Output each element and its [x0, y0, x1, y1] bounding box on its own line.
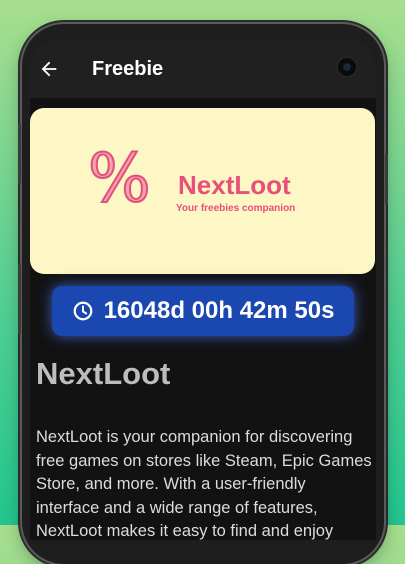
- arrow-left-icon[interactable]: [38, 58, 60, 80]
- game-description: NextLoot is your companion for discoveri…: [36, 428, 372, 540]
- app-bar: Freebie: [30, 40, 376, 98]
- brand-name: NextLoot: [178, 170, 291, 200]
- game-title: NextLoot: [36, 356, 171, 391]
- phone-side-button-right: [385, 154, 388, 204]
- phone-side-button-left-2: [18, 264, 21, 334]
- phone-side-button-left: [18, 124, 21, 184]
- clock-icon: [73, 301, 92, 321]
- app-screen: Freebie % NextLoot Your freebies compani…: [30, 40, 376, 540]
- countdown-timer: 16048d 00h 42m 50s: [52, 286, 354, 336]
- brand-tagline: Your freebies companion: [176, 203, 296, 214]
- front-camera: [336, 56, 358, 78]
- game-banner: % NextLoot Your freebies companion: [30, 108, 375, 274]
- countdown-text: 16048d 00h 42m 50s: [103, 297, 335, 324]
- percent-icon: %: [87, 140, 152, 217]
- app-title: Freebie: [92, 58, 164, 80]
